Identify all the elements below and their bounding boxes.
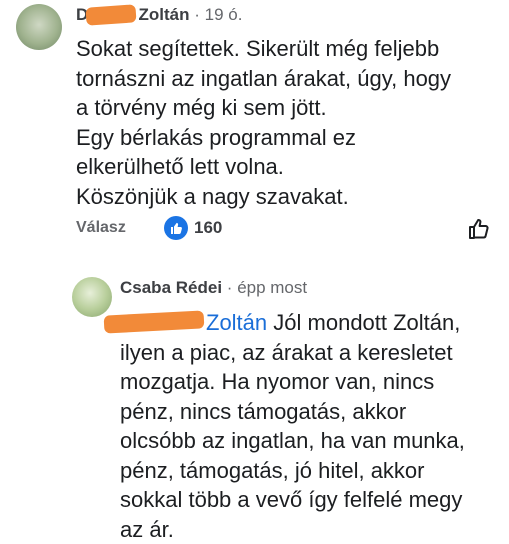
reply-line: sokkal több a vevő így felfelé megy [120,485,502,515]
reply-body: Zoltán Jól mondott Zoltán, ilyen a piac,… [120,308,502,544]
mention-link[interactable]: Zoltán [206,310,267,335]
thumbs-up-outline-icon[interactable] [466,216,492,242]
meta-separator: · [227,278,233,297]
comment-line: tornászni az ingatlan árakat, úgy, hogy [76,64,496,94]
reply-time[interactable]: épp most [237,278,307,297]
comment-line: a törvény még ki sem jött. [76,93,496,123]
thumbs-up-badge-icon[interactable] [164,216,188,240]
comment-line: Köszönjük a nagy szavakat. [76,182,496,212]
reply-header: Csaba Rédei · épp most [120,278,307,298]
comment-line: Egy bérlakás programmal ez [76,123,496,153]
reply-line-text: Jól mondott Zoltán, [273,310,460,335]
comment-line: elkerülhető lett volna. [76,152,496,182]
comment-actions: Válasz 160 [76,216,496,246]
meta-separator: · [194,5,200,24]
replier-avatar[interactable] [72,277,112,317]
comment-line: Sokat segítettek. Sikerült még feljebb [76,34,496,64]
reply-line: olcsóbb az ingatlan, ha van munka, [120,426,502,456]
author-name[interactable]: Zoltán [138,5,189,24]
name-redaction [85,4,136,25]
reply-line: pénz, támogatás, jó hitel, akkor [120,456,502,486]
comment-body: Sokat segítettek. Sikerült még feljebb t… [76,34,496,211]
reply-line: Zoltán Jól mondott Zoltán, [120,308,502,338]
comment-time[interactable]: 19 ó. [205,5,243,24]
reply-line: ilyen a piac, az árakat a keresletet [120,338,502,368]
reply-line: pénz, nincs támogatás, akkor [120,397,502,427]
reply-button[interactable]: Válasz [76,219,126,237]
commenter-avatar[interactable] [16,4,62,50]
reaction-count[interactable]: 160 [194,218,222,238]
reply-line: mozgatja. Ha nyomor van, nincs [120,367,502,397]
reply-author-name[interactable]: Csaba Rédei [120,278,222,297]
